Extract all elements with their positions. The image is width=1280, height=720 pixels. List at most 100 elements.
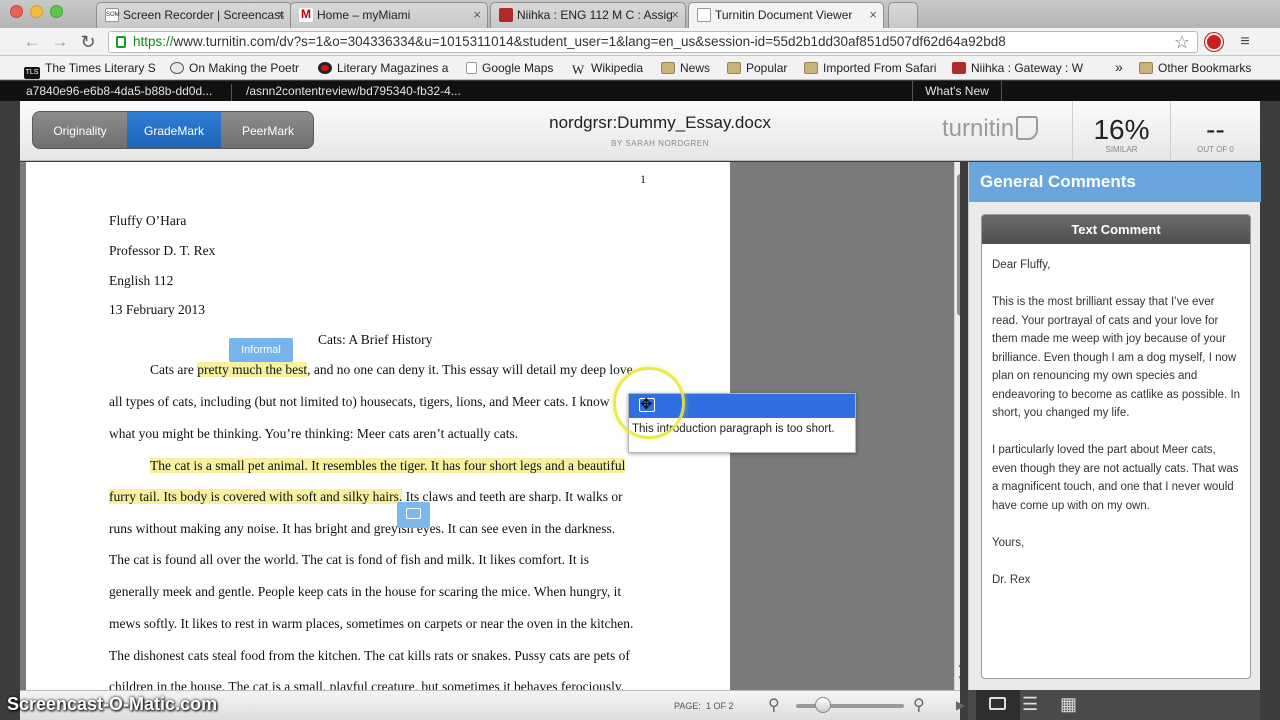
similarity-score-box[interactable]: 16% SIMILAR [1072,101,1170,161]
menu-icon[interactable]: ≡ [1235,32,1255,52]
page-label: PAGE: [674,701,701,711]
originality-mode-button[interactable]: Originality [33,112,127,148]
bookmark-literary-magazines[interactable]: Literary Magazines a [318,61,448,75]
zoom-out-icon[interactable]: ⚲ [768,695,780,715]
document-favicon-icon [697,8,711,22]
peermark-mode-button[interactable]: PeerMark [221,112,313,148]
mode-label: PeerMark [241,124,294,138]
bookmark-label: News [680,61,711,75]
text-comment-body[interactable]: Dear Fluffy, This is the most brilliant … [982,244,1250,589]
zoom-in-icon[interactable]: ⚲ [913,695,925,715]
bookmarks-overflow-button[interactable]: » [1115,59,1123,75]
document-title: nordgrsr:Dummy_Essay.docx [549,113,771,132]
grade-value: -- [1206,114,1225,145]
bookmark-label: Popular [746,61,788,75]
bookmark-google-maps[interactable]: Google Maps [466,61,553,75]
tab-screen-recorder[interactable]: SOM Screen Recorder | Screencast × [96,2,292,28]
course-name: English 112 [109,273,174,288]
reload-icon[interactable]: ↻ [78,32,98,52]
file-icon [466,62,477,74]
bookmark-folder-popular[interactable]: Popular [727,61,787,75]
back-arrow-icon[interactable]: ← [22,32,42,52]
paragraph-line: generally meek and gentle. People keep c… [109,584,622,599]
similarity-label: SIMILAR [1105,145,1138,154]
bookmark-folder-safari[interactable]: Imported From Safari [804,61,936,75]
paragraph-line: furry tail. Its body is covered with sof… [109,489,623,505]
bookmark-tls[interactable]: TLS The Times Literary S [24,61,156,79]
mode-switcher: Originality GradeMark PeerMark [32,111,314,149]
browser-tab-bar: SOM Screen Recorder | Screencast × M Hom… [0,0,1280,29]
wikipedia-icon: W [572,62,585,77]
zoom-slider-thumb[interactable] [815,697,831,713]
general-comments-panel: General Comments Text Comment Dear Fluff… [968,162,1261,690]
text-run: Its claws and teeth are sharp. It walks … [402,489,623,504]
tab-close-icon[interactable]: × [277,7,285,22]
text-comment-box[interactable]: Text Comment Dear Fluffy, This is the mo… [981,214,1251,679]
bookmark-folder-other[interactable]: Other Bookmarks [1139,61,1251,75]
tab-title: Turnitin Document Viewer [715,8,853,22]
zoom-window-button[interactable] [50,5,63,18]
scroll-up-icon[interactable]: ▲ [957,660,960,669]
document-scrollbar[interactable]: ▲ ▼ [954,162,960,690]
whats-new-link[interactable]: What's New [912,81,1002,101]
logo-text: turnitin [942,115,1015,142]
grademark-mode-button[interactable]: GradeMark [127,112,221,148]
forward-arrow-icon[interactable]: → [50,32,70,52]
informal-quickmark[interactable]: Informal [229,338,293,362]
highlighted-text[interactable]: furry tail. Its body is covered with sof… [109,489,403,504]
mode-label: GradeMark [143,124,205,138]
minimize-window-button[interactable] [30,5,43,18]
bookmark-wikipedia[interactable]: W Wikipedia [572,61,643,76]
highlighted-text[interactable]: pretty much the best [197,362,308,377]
tab-close-icon[interactable]: × [671,7,679,22]
folder-icon [1139,62,1153,74]
turnitin-logo: turnitin [942,115,1039,143]
zoom-slider-track[interactable] [796,704,904,708]
comments-tab-button[interactable] [976,690,1020,720]
extension-stop-icon[interactable] [1205,33,1223,51]
comment-icon [989,697,1006,710]
bookmark-label: Literary Magazines a [337,61,449,75]
paragraph-line: The cat is a small pet animal. It resemb… [150,458,626,474]
new-tab-button[interactable] [888,2,918,28]
highlighted-text[interactable]: The cat is a small pet animal. It resemb… [150,458,626,473]
scrollbar-thumb[interactable] [957,174,960,316]
turnitin-logo-mark-icon [1016,116,1039,140]
bookmark-star-icon[interactable]: ☆ [1172,32,1192,52]
bookmarks-bar: TLS The Times Literary S On Making the Po… [0,56,1280,80]
text-run: , and no one can deny it. This essay wil… [307,362,633,377]
bookmark-poetry[interactable]: On Making the Poetr [170,61,299,75]
tab-mymiami[interactable]: M Home – myMiami × [290,2,488,28]
paragraph-line: children in the house. The cat is a smal… [109,679,625,690]
text-comment-title: Text Comment [982,215,1250,244]
tab-title: Niihka : ENG 112 M C : Assig [517,8,673,22]
similarity-value: 16% [1093,114,1150,145]
scroll-down-icon[interactable]: ▼ [957,674,960,683]
list-icon[interactable]: ☰ [1022,694,1038,715]
document-author: BY SARAH NORDGREN [611,139,709,148]
grade-box[interactable]: -- OUT OF 0 [1170,101,1260,161]
tab-niihka[interactable]: Niihka : ENG 112 M C : Assig × [490,2,686,28]
miami-favicon-icon: M [299,8,313,22]
close-window-button[interactable] [10,5,23,18]
tab-close-icon[interactable]: × [473,7,481,22]
quickmark-label: Informal [241,344,281,356]
wordpress-icon [170,62,184,74]
next-page-icon[interactable]: ▶ [956,698,965,712]
comment-bubble-icon[interactable] [397,502,430,528]
bookmark-folder-news[interactable]: News [661,61,710,75]
tab-close-icon[interactable]: × [869,7,877,22]
folder-icon [661,62,675,74]
paragraph-line: what you might be thinking. You’re think… [109,426,519,441]
paragraph-line: all types of cats, including (but not li… [109,394,610,409]
tab-turnitin[interactable]: Turnitin Document Viewer × [688,2,884,29]
professor-name: Professor D. T. Rex [109,243,216,258]
rubric-grid-icon[interactable]: ▦ [1060,694,1077,715]
address-bar[interactable]: https://www.turnitin.com/dv?s=1&o=304336… [108,31,1198,53]
general-comments-heading: General Comments [969,162,1261,202]
paragraph-line: Cats are pretty much the best, and no on… [150,362,633,378]
bookmark-niihka-gateway[interactable]: Niihka : Gateway : W [952,61,1083,75]
paragraph-line: The cat is found all over the world. The… [109,552,590,567]
session-id-text: a7840e96-e6b8-4da5-b88b-dd0d... [26,84,213,98]
lock-icon [116,36,126,48]
